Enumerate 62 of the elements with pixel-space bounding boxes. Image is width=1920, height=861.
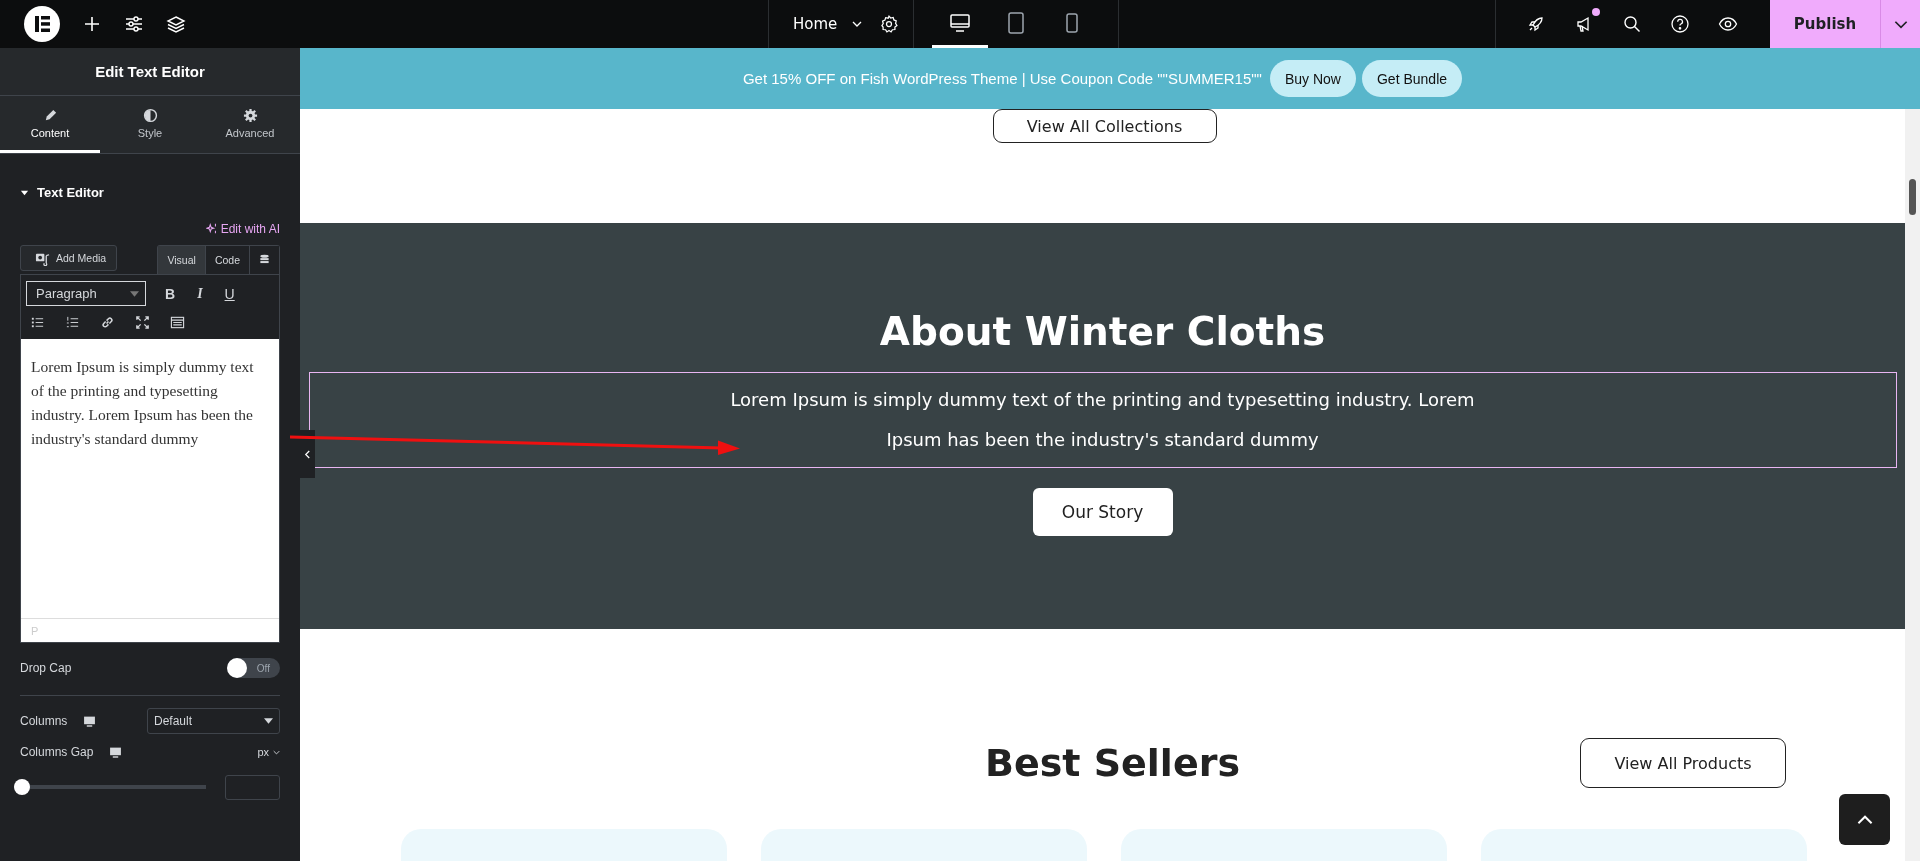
view-products-button[interactable]: View All Products: [1580, 738, 1786, 788]
collapse-panel-button[interactable]: [300, 430, 315, 478]
format-button[interactable]: U: [221, 285, 238, 302]
scrollbar[interactable]: [1905, 109, 1920, 861]
columns-select[interactable]: Default: [147, 708, 280, 734]
page-selector[interactable]: Home: [769, 0, 880, 48]
panel-tab[interactable]: Style: [100, 96, 200, 153]
bullet-list-icon[interactable]: [30, 315, 45, 330]
unit-selector[interactable]: px: [257, 746, 280, 758]
layers-icon[interactable]: [166, 14, 186, 34]
format-button[interactable]: I: [194, 285, 206, 302]
add-media-button[interactable]: Add Media: [20, 245, 118, 271]
link-icon[interactable]: [100, 315, 115, 330]
settings-icon[interactable]: [879, 14, 900, 34]
back-to-top-button[interactable]: [1839, 794, 1890, 845]
our-story-button[interactable]: Our Story: [1032, 488, 1173, 536]
view-collections-button[interactable]: View All Collections: [992, 109, 1217, 143]
section-heading: About Winter Cloths: [879, 309, 1326, 355]
database-icon: [259, 253, 270, 265]
section-header[interactable]: Text Editor: [20, 185, 104, 200]
rocket-icon[interactable]: [1526, 14, 1546, 34]
desktop-icon[interactable]: [83, 714, 97, 728]
number-field[interactable]: [225, 774, 280, 800]
fullscreen-icon[interactable]: [135, 315, 150, 330]
chevron-left-icon: [304, 449, 311, 459]
sliders-icon[interactable]: [124, 14, 144, 34]
selected-text-widget[interactable]: Lorem Ipsum is simply dummy text of the printing and typesetting industry. Lorem Ipsum has been the industry's standard dummy: [308, 372, 1897, 468]
editor-mode-tab[interactable]: Visual: [158, 246, 205, 274]
sparkle-icon: [205, 223, 218, 235]
help-icon[interactable]: [1670, 14, 1690, 34]
logo-icon[interactable]: [24, 6, 60, 42]
section-heading: Best Sellers: [984, 741, 1241, 785]
panel-tab[interactable]: Advanced: [200, 96, 300, 153]
database-icon-button[interactable]: [249, 246, 279, 274]
promo-text: Get 15% OFF on Fish WordPress Theme | Use Coupon Code ""SUMMER15"": [742, 70, 1262, 87]
control-label: Columns Gap: [20, 745, 94, 759]
desktop-icon[interactable]: [109, 745, 123, 759]
toolbar-toggle-icon[interactable]: [170, 315, 185, 330]
contrast-icon: [142, 107, 158, 123]
format-dropdown[interactable]: Paragraph: [26, 281, 146, 306]
gear-icon: [242, 107, 258, 123]
format-button[interactable]: B: [162, 285, 179, 302]
panel-tab[interactable]: Content: [0, 96, 100, 153]
caret-icon: [20, 188, 29, 197]
caret-icon: [264, 718, 273, 724]
drop-cap-switch[interactable]: Off: [227, 658, 280, 678]
control-label: Columns: [20, 714, 68, 728]
preview-eye-icon[interactable]: [1718, 14, 1738, 34]
control-label: Drop Cap: [20, 661, 72, 675]
banner-button[interactable]: Buy Now: [1269, 60, 1356, 97]
about-text: Lorem Ipsum is simply dummy text of the printing and typesetting industry. Lorem Ipsum has been the industry's standard dummy: [729, 388, 1476, 452]
add-icon[interactable]: [82, 14, 102, 34]
caret-icon: [130, 290, 139, 297]
numbered-list-icon[interactable]: [65, 315, 80, 330]
banner-button[interactable]: Get Bundle: [1362, 60, 1463, 97]
publish-button[interactable]: Publish: [1770, 0, 1880, 48]
slider-thumb[interactable]: [14, 779, 30, 795]
panel-title: Edit Text Editor: [0, 48, 300, 96]
search-icon[interactable]: [1622, 14, 1642, 34]
edit-with-ai-link[interactable]: Edit with AI: [205, 222, 280, 236]
text-editor-area[interactable]: Lorem Ipsum is simply dummy text of the printing and typesetting industry. Lorem Ipsum has been the industry's standard dummy: [21, 339, 279, 618]
chevron-down-icon: [273, 749, 280, 755]
